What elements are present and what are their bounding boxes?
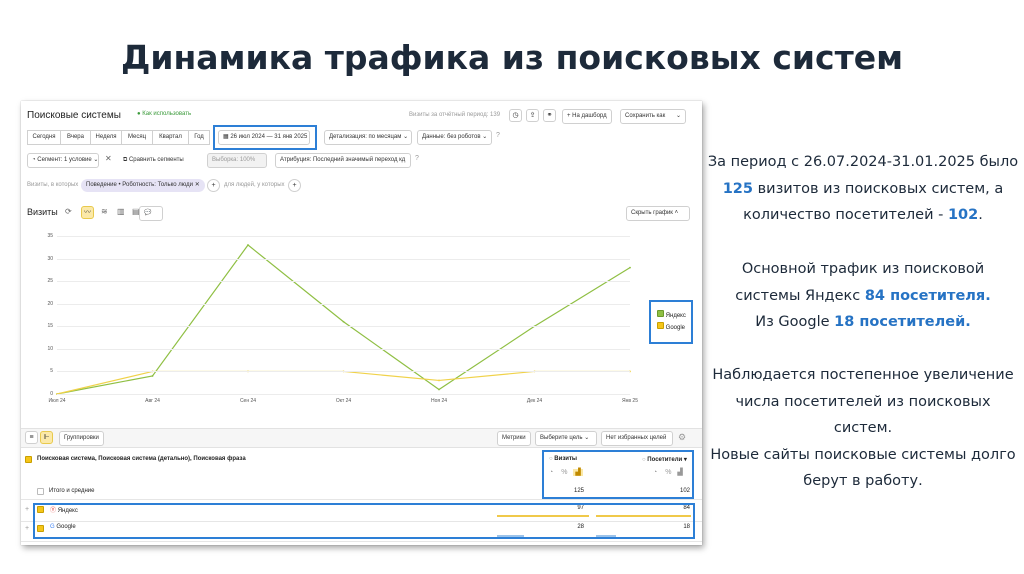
y-tick-label: 15 — [47, 323, 53, 330]
y-tick-label: 10 — [47, 345, 53, 352]
legend-item-yandex[interactable]: Яндекс — [657, 310, 686, 319]
gridline — [57, 348, 630, 350]
metrics-button[interactable]: Метрики — [497, 431, 531, 446]
totals-checkbox[interactable] — [37, 488, 44, 495]
trend-paragraph: Наблюдается постепенное увеличение числа… — [710, 367, 1016, 489]
totals-label: Итого и средние — [49, 488, 95, 494]
google-visitors: 18 посетителей. — [834, 314, 971, 330]
y-tick-label: 35 — [47, 233, 53, 239]
data-point[interactable] — [247, 244, 249, 246]
settings-gear-icon[interactable]: ⚙ — [678, 432, 686, 443]
rows-highlight — [33, 503, 695, 539]
y-tick-label: 30 — [47, 255, 53, 262]
gridline — [57, 258, 630, 260]
x-tick-label: Дек 24 — [526, 398, 543, 404]
legend-item-google[interactable]: Google — [657, 322, 685, 331]
series-line-google — [56, 370, 630, 395]
yandex-visitors: 84 посетителя. — [864, 287, 991, 304]
yandex-checkbox[interactable] — [657, 310, 664, 317]
google-checkbox[interactable] — [657, 322, 664, 329]
y-tick-label: 0 — [50, 391, 53, 397]
x-tick-label: Сен 24 — [239, 398, 257, 404]
choose-goal-select[interactable]: Выберите цель ⌄ — [535, 431, 597, 446]
visitors-count: 102 — [947, 207, 979, 223]
tree-view-icon[interactable]: ⊩ — [40, 431, 53, 444]
x-tick-label: Янв 25 — [622, 398, 638, 404]
source-paragraph: Основной трафик из поисковой системы Янд… — [735, 261, 991, 330]
slide-title: Динамика трафика из поисковых систем — [120, 38, 904, 77]
gridline — [57, 281, 630, 283]
y-tick-label: 5 — [50, 368, 53, 375]
totals-row — [21, 481, 702, 501]
data-point[interactable] — [342, 320, 345, 323]
totals-visitors: 102 — [679, 488, 690, 494]
data-point[interactable] — [438, 379, 440, 382]
x-tick-label: Авг 24 — [145, 398, 160, 404]
gridline — [57, 394, 630, 395]
visits-count: 125 — [722, 180, 753, 197]
data-point[interactable] — [438, 388, 440, 391]
expand-icon[interactable]: + — [25, 506, 29, 513]
list-view-icon[interactable]: ≡ — [25, 431, 38, 444]
y-tick-label: 20 — [47, 300, 53, 307]
data-point[interactable] — [151, 375, 154, 377]
y-tick-label: 25 — [47, 278, 53, 285]
table-toolbar — [21, 428, 702, 448]
header-checkbox[interactable] — [25, 456, 32, 463]
gridline — [57, 303, 630, 305]
metrica-screenshot: Поисковые системы ● Как использовать Виз… — [21, 101, 702, 545]
x-tick-label: Ноя 24 — [430, 398, 448, 404]
data-point[interactable] — [629, 266, 631, 269]
gridline — [57, 371, 630, 373]
expand-icon[interactable]: + — [25, 525, 29, 532]
gridline — [57, 236, 630, 237]
chevron-down-icon: ⌄ — [582, 435, 590, 441]
favorite-goals-button[interactable]: Нет избранных целей — [601, 431, 673, 446]
totals-visits: 125 — [573, 488, 584, 494]
gridline — [57, 326, 630, 328]
x-tick-label: Июл 24 — [48, 398, 66, 404]
groupings-button[interactable]: Группировки — [59, 431, 104, 446]
summary-paragraph: За период с 26.07.2024-31.01.2025 было 1… — [707, 154, 1019, 223]
dimension-header: Поисковая система, Поисковая система (де… — [37, 456, 246, 462]
x-tick-label: Окт 24 — [335, 398, 352, 404]
